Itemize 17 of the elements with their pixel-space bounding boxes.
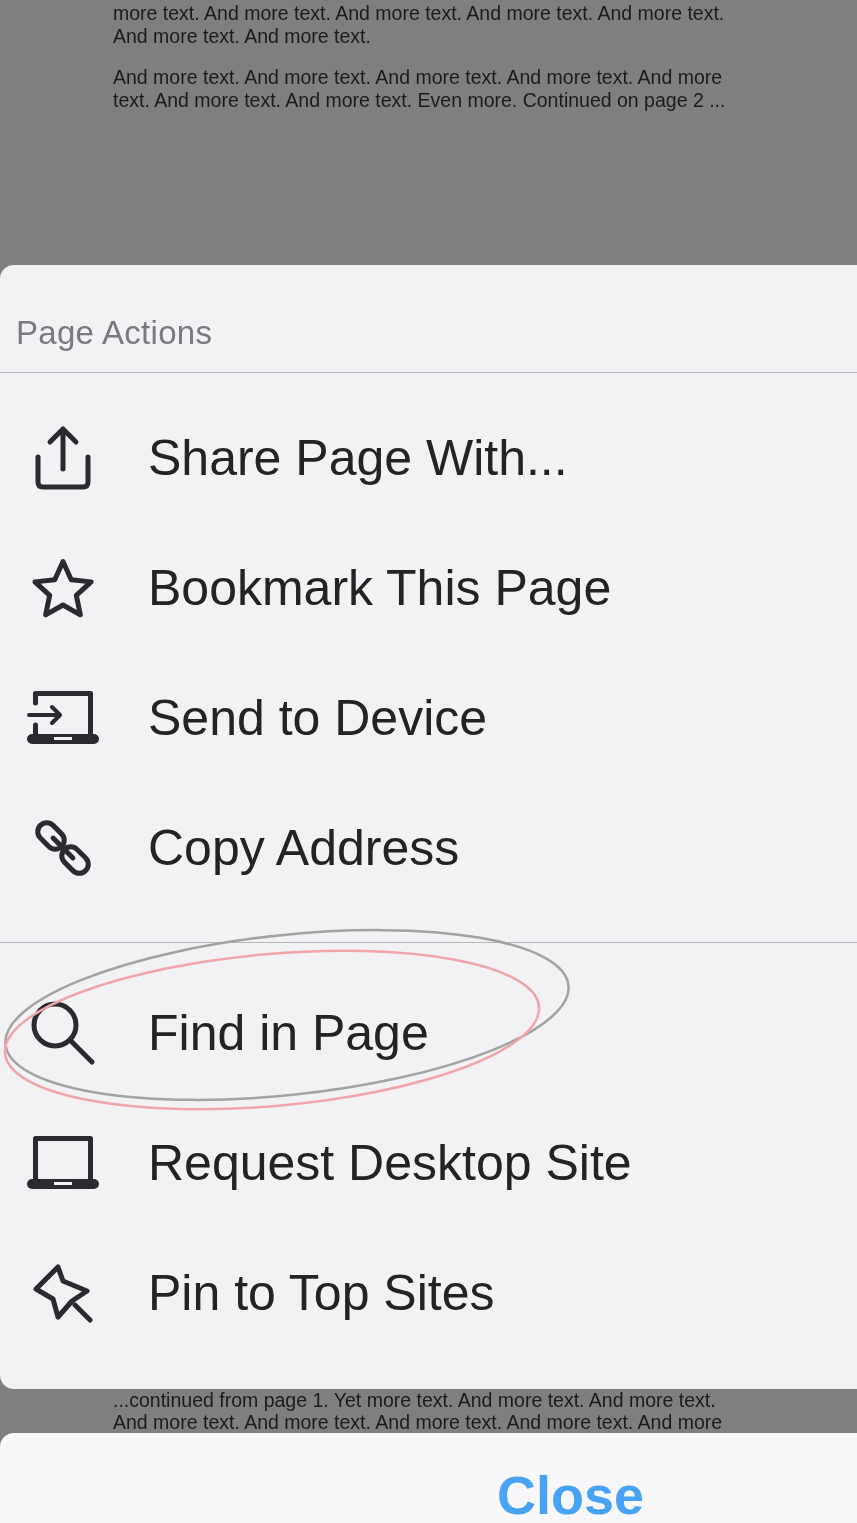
search-icon bbox=[30, 1000, 96, 1066]
page-text: And more text. And more text. And more text. And more text. And more text. And more text. And more text. Even more. Continued on page 2 ... bbox=[113, 66, 727, 112]
laptop-arrow-icon bbox=[27, 691, 99, 745]
menu-item[interactable]: Copy Address bbox=[0, 783, 857, 913]
page-text: more text. And more text. And more text. And more text. And more text. And more text. And more text. bbox=[113, 2, 726, 48]
menu-item[interactable]: Send to Device bbox=[0, 653, 857, 783]
page-text: ...continued from page 1. Yet more text. And more text. And more text. And more text. And more text. And more text. And more text. And more bbox=[113, 1389, 724, 1433]
menu-item[interactable]: Request Desktop Site bbox=[0, 1098, 857, 1228]
laptop-icon bbox=[27, 1136, 99, 1190]
menu-item[interactable]: Find in Page bbox=[0, 968, 857, 1098]
menu-item[interactable]: Pin to Top Sites bbox=[0, 1228, 857, 1358]
share-icon bbox=[33, 425, 93, 491]
menu-item[interactable]: Share Page With... bbox=[0, 393, 857, 523]
menu-item[interactable]: Bookmark This Page bbox=[0, 523, 857, 653]
star-icon bbox=[30, 557, 96, 619]
pushpin-icon bbox=[33, 1263, 93, 1323]
section-header: Page Actions bbox=[16, 314, 213, 352]
